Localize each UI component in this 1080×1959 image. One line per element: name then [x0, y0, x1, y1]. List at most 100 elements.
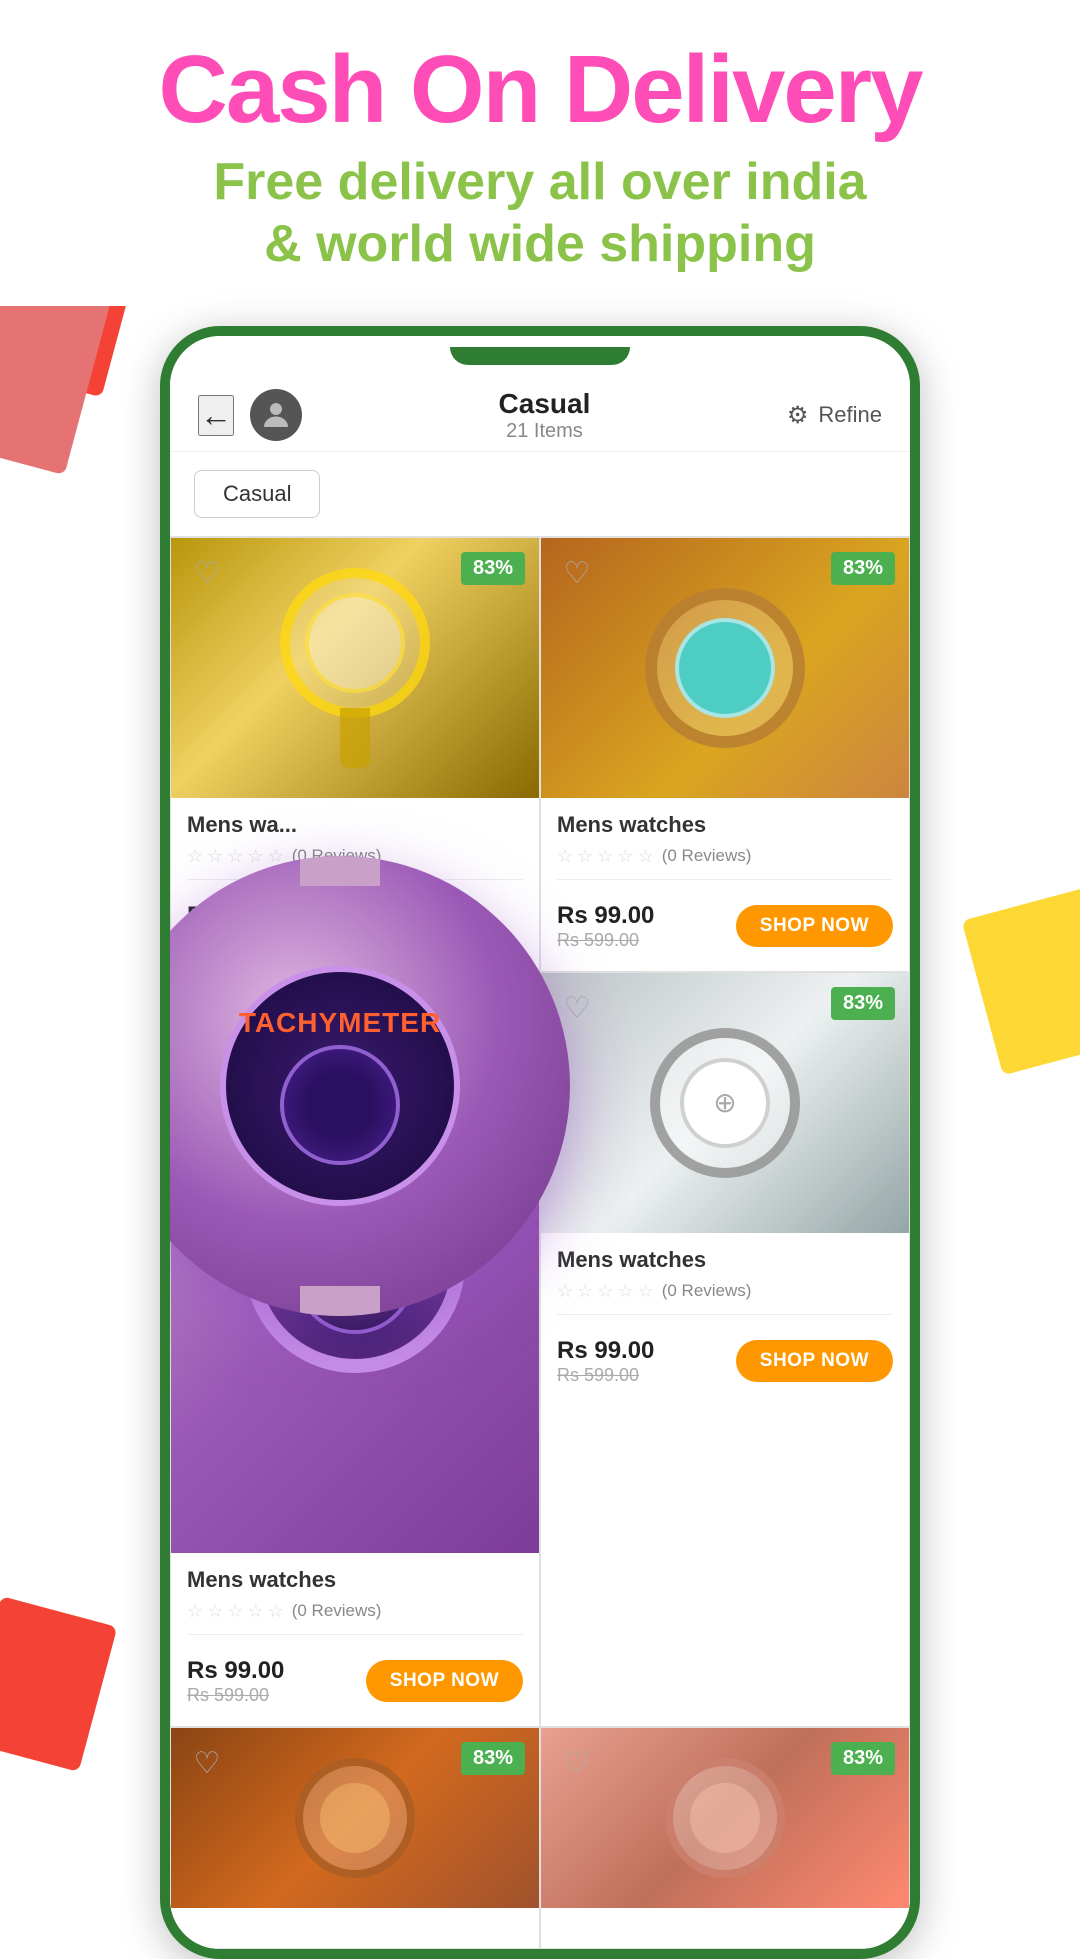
star-2: ☆: [577, 846, 593, 867]
shop-now-button[interactable]: SHOP NOW: [736, 905, 893, 947]
phone-frame: ← Casual 21 Items ⚙ Refine Casual: [160, 326, 920, 1959]
price-block: Rs 99.00 Rs 599.00: [557, 902, 654, 951]
hero-subtitle-line2: & world wide shipping: [264, 215, 816, 273]
star-5: ☆: [268, 1601, 284, 1622]
stars-row: ☆ ☆ ☆ ☆ ☆ (0 Reviews): [557, 1281, 893, 1302]
app-header: ← Casual 21 Items ⚙ Refine: [170, 376, 910, 452]
star-1: ☆: [187, 1601, 203, 1622]
phone-wrapper: ← Casual 21 Items ⚙ Refine Casual: [0, 326, 1080, 1959]
star-1: ☆: [557, 1281, 573, 1302]
filter-icon: ⚙: [787, 401, 809, 430]
product-grid: ♡ 83% Mens wa... ☆ ☆ ☆ ☆ ☆ (0 Reviews): [170, 536, 910, 1949]
product-image-container: ⊕ ♡ 83%: [541, 973, 909, 1233]
user-avatar: [250, 389, 302, 441]
product-name: Mens watches: [557, 1247, 893, 1273]
header-left: ←: [198, 389, 302, 441]
current-price: Rs 99.00: [557, 1337, 654, 1365]
star-2: ☆: [577, 1281, 593, 1302]
notch-bar: [450, 347, 630, 365]
star-1: ☆: [557, 846, 573, 867]
product-image-container: ♡ 83%: [541, 1728, 909, 1908]
original-price: Rs 599.00: [187, 1685, 284, 1706]
product-name: Mens watches: [557, 812, 893, 838]
star-2: ☆: [207, 1601, 223, 1622]
price-block: Rs 99.00 Rs 599.00: [557, 1337, 654, 1386]
price-section: Rs 99.00 Rs 599.00: [171, 880, 539, 951]
header-item-count: 21 Items: [499, 420, 591, 443]
product-image-container: TACHYMETER ⊕ ♡ 83%: [171, 973, 539, 1553]
star-5: ☆: [268, 846, 284, 867]
product-image-container: ♡ 83%: [171, 1728, 539, 1908]
discount-badge: 83%: [461, 1742, 525, 1775]
header-title: Casual: [499, 388, 591, 420]
star-5: ☆: [638, 1281, 654, 1302]
wishlist-button[interactable]: ♡: [555, 1742, 599, 1786]
filter-chip-casual[interactable]: Casual: [194, 470, 320, 518]
original-price: Rs 599.00: [187, 930, 284, 951]
discount-badge: 83%: [831, 1742, 895, 1775]
product-card: ♡ 83%: [171, 1728, 539, 1948]
discount-badge: 83%: [461, 552, 525, 585]
product-info: Mens watches ☆ ☆ ☆ ☆ ☆ (0 Reviews): [541, 798, 909, 867]
price-row: Rs 99.00 Rs 599.00 SHOP NOW: [557, 1337, 893, 1386]
current-price: Rs 99.00: [187, 902, 284, 930]
discount-badge: 83%: [831, 552, 895, 585]
reviews-count: (0 Reviews): [662, 846, 752, 866]
heart-icon: ♡: [564, 991, 591, 1026]
product-card: ♡ 83% Mens wa... ☆ ☆ ☆ ☆ ☆ (0 Reviews): [171, 538, 539, 971]
price-section: Rs 99.00 Rs 599.00 SHOP NOW: [541, 880, 909, 951]
price-row: Rs 99.00 Rs 599.00 SHOP NOW: [557, 902, 893, 951]
reviews-count: (0 Reviews): [292, 846, 382, 866]
star-4: ☆: [617, 846, 633, 867]
star-2: ☆: [207, 846, 223, 867]
product-card: ♡ 83%: [541, 1728, 909, 1948]
header-center: Casual 21 Items: [499, 388, 591, 443]
discount-badge: 83%: [831, 987, 895, 1020]
wishlist-button[interactable]: ♡: [555, 987, 599, 1031]
reviews-count: (0 Reviews): [662, 1281, 752, 1301]
product-info: Mens watches ☆ ☆ ☆ ☆ ☆ (0 Reviews): [541, 1233, 909, 1302]
heart-icon: ♡: [564, 556, 591, 591]
refine-label: Refine: [818, 402, 882, 428]
product-image-container: ♡ 83%: [171, 538, 539, 798]
hero-subtitle: Free delivery all over india & world wid…: [60, 151, 1020, 276]
stars-row: ☆ ☆ ☆ ☆ ☆ (0 Reviews): [187, 846, 523, 867]
product-info: Mens wa... ☆ ☆ ☆ ☆ ☆ (0 Reviews): [171, 798, 539, 867]
star-3: ☆: [597, 846, 613, 867]
star-3: ☆: [227, 846, 243, 867]
star-4: ☆: [617, 1281, 633, 1302]
shop-now-button[interactable]: SHOP NOW: [736, 1340, 893, 1382]
heart-icon: ♡: [194, 556, 221, 591]
heart-icon: ♡: [564, 1746, 591, 1781]
product-card: TACHYMETER ⊕ ♡ 83% Mens watches: [171, 973, 539, 1726]
star-4: ☆: [247, 846, 263, 867]
current-price: Rs 99.00: [557, 902, 654, 930]
star-1: ☆: [187, 846, 203, 867]
wishlist-button[interactable]: ♡: [185, 552, 229, 596]
header-right[interactable]: ⚙ Refine: [787, 401, 882, 430]
wishlist-button[interactable]: ♡: [185, 1742, 229, 1786]
avatar-icon: [258, 397, 294, 433]
star-3: ☆: [227, 1601, 243, 1622]
product-image-container: ♡ 83%: [541, 538, 909, 798]
product-name: Mens watches: [187, 1567, 523, 1593]
reviews-count: (0 Reviews): [292, 1601, 382, 1621]
price-block: Rs 99.00 Rs 599.00: [187, 902, 284, 951]
product-card: ♡ 83% Mens watches ☆ ☆ ☆ ☆ ☆ (0 Reviews): [541, 538, 909, 971]
hero-section: Cash On Delivery Free delivery all over …: [0, 0, 1080, 306]
price-section: Rs 99.00 Rs 599.00 SHOP NOW: [541, 1315, 909, 1386]
stars-row: ☆ ☆ ☆ ☆ ☆ (0 Reviews): [187, 1601, 523, 1622]
product-name: Mens wa...: [187, 812, 523, 838]
current-price: Rs 99.00: [187, 1657, 284, 1685]
filter-bar: Casual: [170, 452, 910, 536]
price-row: Rs 99.00 Rs 599.00: [187, 902, 523, 951]
hero-subtitle-line1: Free delivery all over india: [213, 153, 866, 211]
star-3: ☆: [597, 1281, 613, 1302]
price-row: Rs 99.00 Rs 599.00 SHOP NOW: [187, 1657, 523, 1706]
phone-notch: [170, 336, 910, 376]
back-button[interactable]: ←: [198, 395, 234, 436]
wishlist-button[interactable]: ♡: [555, 552, 599, 596]
price-section: Rs 99.00 Rs 599.00 SHOP NOW: [171, 1635, 539, 1706]
heart-icon: ♡: [194, 1746, 221, 1781]
shop-now-button[interactable]: SHOP NOW: [366, 1660, 523, 1702]
